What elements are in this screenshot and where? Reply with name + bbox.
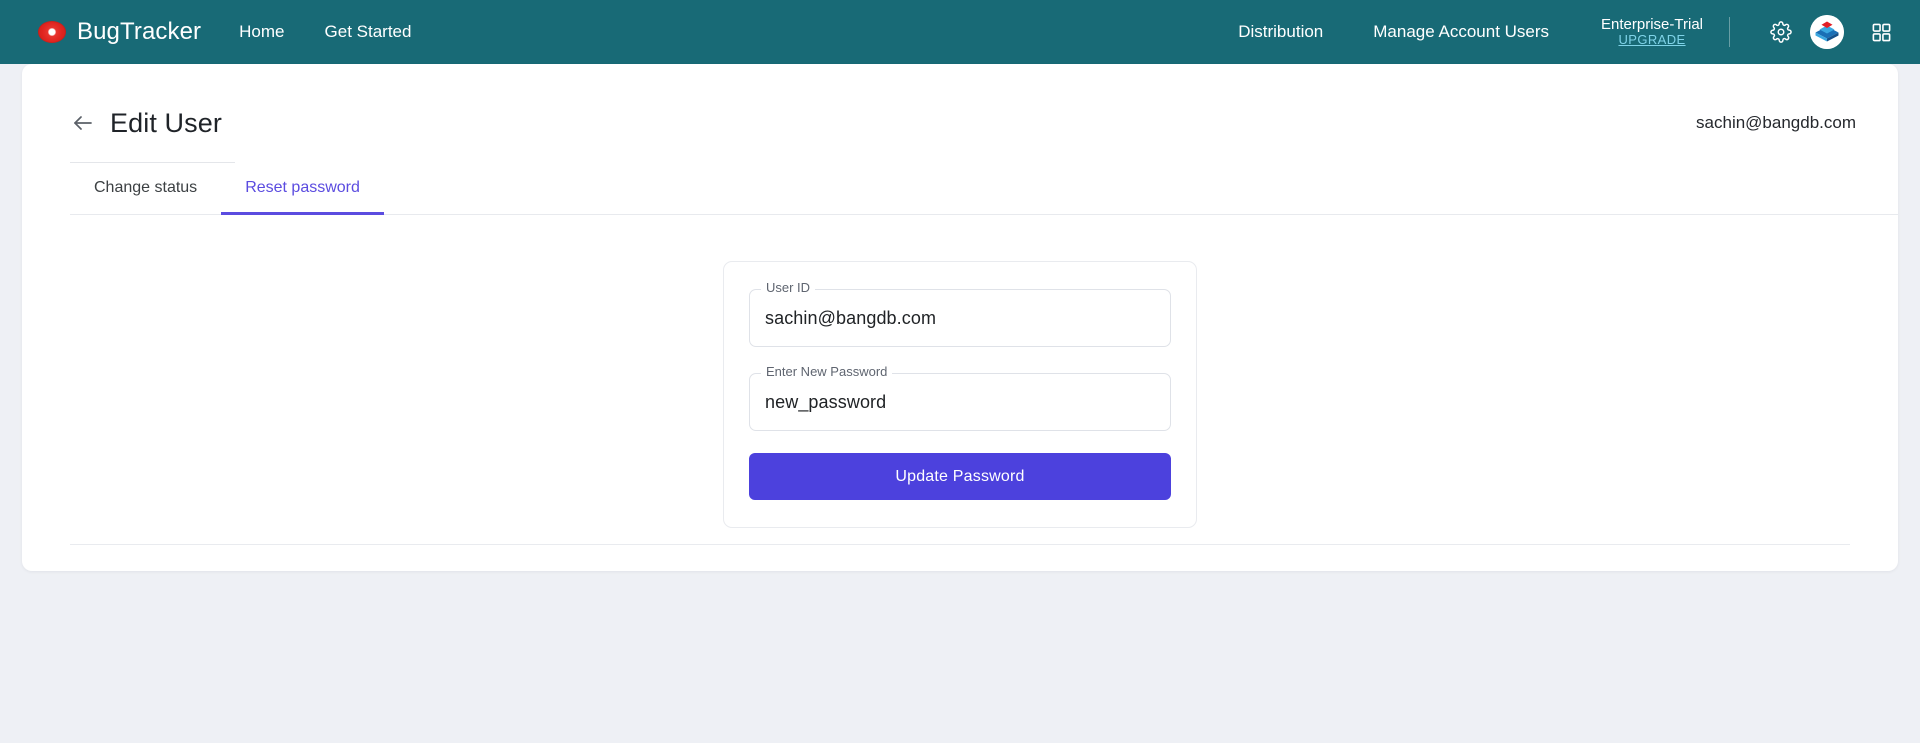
nav-link-home[interactable]: Home — [239, 22, 284, 42]
content-panel: Edit User sachin@bangdb.com Change statu… — [22, 64, 1898, 571]
bangdb-logo-icon[interactable] — [1810, 15, 1844, 49]
new-password-field[interactable]: Enter New Password new_password — [749, 365, 1171, 431]
plan-badge: Enterprise-Trial UPGRADE — [1601, 16, 1703, 48]
update-password-button[interactable]: Update Password — [749, 453, 1171, 500]
bug-eye-logo-icon — [38, 21, 66, 43]
nav-link-get-started[interactable]: Get Started — [325, 22, 412, 42]
reset-password-form-area: User ID sachin@bangdb.com Enter New Pass… — [22, 215, 1898, 528]
nav-divider — [1729, 17, 1730, 47]
brand[interactable]: BugTracker — [38, 18, 201, 46]
user-id-input[interactable]: sachin@bangdb.com — [749, 289, 1171, 347]
user-id-value: sachin@bangdb.com — [765, 307, 937, 328]
panel-bottom-rule — [70, 544, 1850, 545]
secondary-nav-links: Distribution Manage Account Users Enterp… — [1188, 15, 1898, 49]
upgrade-link[interactable]: UPGRADE — [1618, 32, 1685, 48]
apps-grid-icon[interactable] — [1864, 15, 1898, 49]
user-id-field[interactable]: User ID sachin@bangdb.com — [749, 281, 1171, 347]
new-password-value: new_password — [765, 391, 887, 412]
account-email: sachin@bangdb.com — [1696, 113, 1856, 132]
tab-change-status[interactable]: Change status — [70, 163, 221, 215]
tab-reset-password[interactable]: Reset password — [221, 163, 384, 215]
page-header: Edit User sachin@bangdb.com — [22, 64, 1898, 150]
tabs-section: Change status Reset password — [22, 162, 1898, 215]
new-password-label: Enter New Password — [761, 365, 893, 378]
page-title: Edit User — [110, 107, 222, 138]
primary-nav-links: Home Get Started — [239, 22, 411, 42]
tab-list: Change status Reset password — [70, 163, 1898, 215]
nav-link-manage-account-users[interactable]: Manage Account Users — [1373, 22, 1549, 42]
gear-icon[interactable] — [1764, 15, 1798, 49]
back-arrow-icon[interactable] — [70, 110, 96, 136]
user-id-label: User ID — [761, 281, 816, 294]
plan-name: Enterprise-Trial — [1601, 15, 1703, 33]
new-password-input[interactable]: new_password — [749, 373, 1171, 431]
reset-password-card: User ID sachin@bangdb.com Enter New Pass… — [723, 261, 1197, 528]
brand-name: BugTracker — [77, 18, 202, 45]
nav-link-distribution[interactable]: Distribution — [1238, 22, 1323, 42]
top-navigation-bar: BugTracker Home Get Started Distribution… — [0, 0, 1920, 64]
